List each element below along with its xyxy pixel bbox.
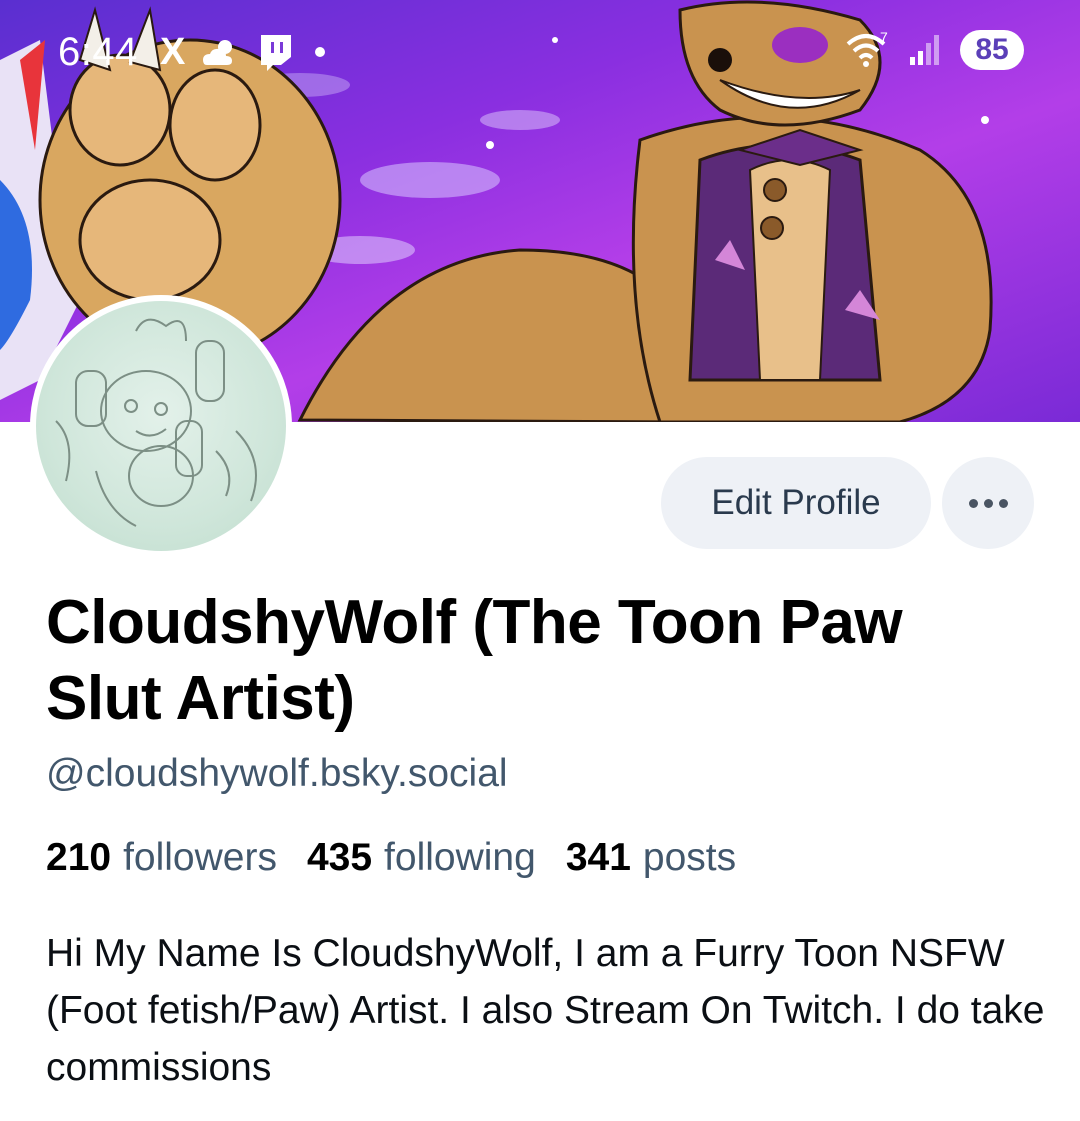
profile-screen: 6:44 X 7 85 Edit Profile CloudshyWolf (T… bbox=[0, 0, 1080, 1121]
avatar-sketch bbox=[55, 318, 257, 527]
wifi-icon: 7 bbox=[846, 30, 888, 67]
weather-icon bbox=[203, 40, 233, 65]
profile-stats: 210 followers 435 following 341 posts bbox=[46, 836, 766, 880]
more-options-button[interactable] bbox=[942, 457, 1034, 549]
followers-count: 210 bbox=[46, 836, 112, 879]
edit-profile-button[interactable]: Edit Profile bbox=[661, 457, 931, 549]
x-logo-icon: X bbox=[160, 31, 186, 73]
following-label: following bbox=[384, 836, 536, 879]
following-count: 435 bbox=[306, 836, 373, 879]
wifi-badge: 7 bbox=[880, 30, 888, 45]
posts-stat: 341 posts bbox=[566, 836, 766, 880]
twitch-icon bbox=[261, 35, 292, 71]
profile-bio: Hi My Name Is CloudshyWolf, I am a Furry… bbox=[46, 932, 1045, 1089]
avatar[interactable] bbox=[30, 295, 292, 557]
status-notification-icons: X bbox=[160, 31, 326, 73]
notification-dot-icon bbox=[315, 47, 326, 57]
more-options-icon bbox=[968, 498, 1008, 508]
battery-icon: 85 bbox=[960, 30, 1024, 70]
posts-count: 341 bbox=[565, 836, 631, 879]
followers-label: followers bbox=[123, 836, 277, 879]
signal-icon bbox=[910, 35, 939, 65]
status-bar: 6:44 X 7 85 bbox=[0, 0, 1080, 110]
status-system-icons: 7 85 bbox=[846, 30, 1024, 70]
profile-handle: @cloudshywolf.bsky.social bbox=[46, 752, 508, 795]
posts-label: posts bbox=[642, 836, 737, 879]
following-stat[interactable]: 435 following bbox=[307, 836, 566, 880]
avatar-image bbox=[36, 301, 286, 551]
followers-stat[interactable]: 210 followers bbox=[46, 836, 307, 880]
profile-display-name: CloudshyWolf (The Toon Paw Slut Artist) bbox=[46, 588, 903, 733]
status-time: 6:44 bbox=[58, 30, 138, 74]
